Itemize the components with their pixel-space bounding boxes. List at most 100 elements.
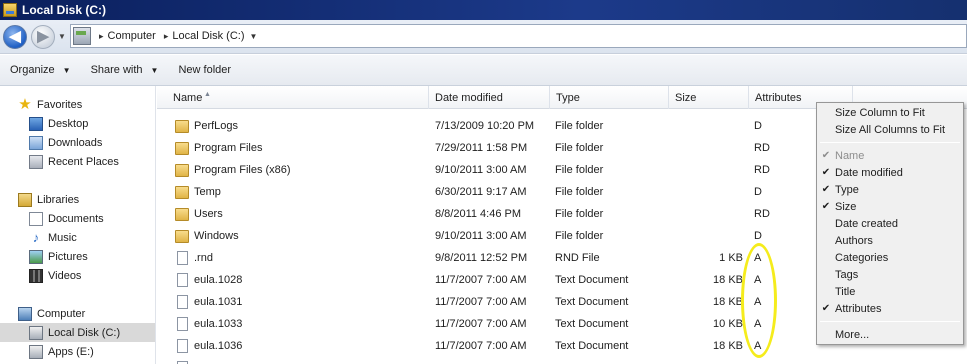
menu-item-tags[interactable]: Tags [817,266,963,283]
attributes-cell: RD [754,164,770,176]
command-bar: Organize ▼ Share with ▼ New folder [0,55,967,86]
menu-item-size-all-columns-to-fit[interactable]: Size All Columns to Fit [817,121,963,138]
column-header-name[interactable]: Name ▲ [157,86,429,109]
file-name: eula.1031 [194,296,243,308]
menu-item-size-column-to-fit[interactable]: Size Column to Fit [817,104,963,121]
drive-icon [3,3,17,17]
nav-libraries[interactable]: Libraries [18,190,79,209]
new-folder-label: New folder [178,64,232,76]
text-document-icon [177,295,188,309]
menu-item-size[interactable]: ✔ Size [817,198,963,215]
table-row[interactable] [157,357,967,364]
nav-downloads[interactable]: Downloads [29,133,102,152]
folder-icon [175,185,189,199]
text-document-icon [177,339,188,353]
address-field[interactable]: ▸ Computer ▸ Local Disk (C:) ▼ [70,24,967,48]
breadcrumb-dropdown-icon[interactable]: ▼ [249,32,257,41]
column-header-type[interactable]: Type [550,86,669,109]
forward-arrow-icon: ▶ [37,28,49,45]
downloads-icon [29,135,43,150]
menu-item-attributes[interactable]: ✔ Attributes [817,300,963,317]
nav-recent-places[interactable]: Recent Places [29,152,119,171]
name-cell[interactable]: .rnd [175,247,213,269]
menu-item-more[interactable]: More... [817,326,963,343]
menu-item-type[interactable]: ✔ Type [817,181,963,198]
type-cell: File folder [555,208,604,220]
nav-label: Videos [48,269,82,282]
nav-label: Favorites [37,98,83,111]
name-cell[interactable]: PerfLogs [175,115,238,137]
share-with-button[interactable]: Share with ▼ [91,64,159,76]
breadcrumb-computer[interactable]: Computer [108,30,156,42]
name-cell[interactable]: Users [175,203,223,225]
nav-videos[interactable]: Videos [29,266,81,285]
column-header-date-modified[interactable]: Date modified [429,86,550,109]
name-cell[interactable]: Program Files (x86) [175,159,291,181]
type-cell: File folder [555,120,604,132]
nav-label: Apps (E:) [48,345,94,358]
type-cell: File folder [555,230,604,242]
type-cell: File folder [555,142,604,154]
breadcrumb-local-disk[interactable]: Local Disk (C:) [172,30,244,42]
file-name: Temp [194,186,221,198]
name-cell[interactable]: eula.1033 [175,313,242,335]
nav-desktop[interactable]: Desktop [29,114,88,133]
menu-item-authors[interactable]: Authors [817,232,963,249]
name-cell[interactable]: eula.1028 [175,269,242,291]
breadcrumb-chevron-icon[interactable]: ▸ [99,31,104,42]
computer-icon [73,27,91,45]
column-header-size[interactable]: Size [669,86,749,109]
name-cell[interactable]: Program Files [175,137,262,159]
nav-apps-drive[interactable]: Apps (E:) [29,342,94,361]
local-disk-icon [29,325,43,340]
nav-computer[interactable]: Computer [18,304,85,323]
menu-item-title[interactable]: Title [817,283,963,300]
checkmark-icon: ✔ [821,201,831,212]
file-name: eula.1036 [194,340,243,352]
navigation-pane[interactable]: ★ Favorites Desktop Downloads Recent Pla… [0,86,156,364]
name-cell[interactable]: Windows [175,225,239,247]
recent-pages-dropdown-icon[interactable]: ▼ [58,32,66,41]
checkmark-icon: ✔ [821,167,831,178]
forward-button[interactable]: ▶ [31,25,55,49]
name-cell[interactable]: eula.1031 [175,291,242,313]
chevron-down-icon: ▼ [62,65,71,75]
nav-music[interactable]: ♪ Music [29,228,77,247]
new-folder-button[interactable]: New folder [178,64,231,76]
size-cell: 18 KB [713,340,743,352]
menu-item-date-created[interactable]: Date created [817,215,963,232]
folder-icon [175,229,189,243]
menu-item-name: ✔ Name [817,147,963,164]
date-cell: 11/7/2007 7:00 AM [435,340,527,352]
folder-icon [175,207,189,221]
recent-places-icon [29,154,43,169]
nav-label: Downloads [48,136,103,149]
breadcrumb-chevron-icon[interactable]: ▸ [164,31,169,42]
attributes-cell: RD [754,208,770,220]
nav-pictures[interactable]: Pictures [29,247,88,266]
window-title: Local Disk (C:) [22,3,107,17]
nav-favorites[interactable]: ★ Favorites [18,95,82,114]
nav-documents[interactable]: Documents [29,209,104,228]
back-button[interactable]: ◀ [3,25,27,49]
menu-item-date-modified[interactable]: ✔ Date modified [817,164,963,181]
name-cell[interactable]: eula.1036 [175,335,242,357]
date-cell: 11/7/2007 7:00 AM [435,318,527,330]
file-name: eula.1033 [194,318,243,330]
size-cell [675,181,743,203]
name-cell[interactable]: Temp [175,181,221,203]
nav-label: Music [48,231,77,244]
menu-item-categories[interactable]: Categories [817,249,963,266]
checkmark-icon: ✔ [821,184,831,195]
chevron-down-icon: ▼ [150,65,159,75]
file-name: Users [194,208,223,220]
nav-local-disk[interactable]: Local Disk (C:) [0,323,155,342]
menu-separator [820,142,960,143]
organize-button[interactable]: Organize ▼ [10,64,71,76]
name-cell[interactable] [175,357,194,364]
size-cell [675,137,743,159]
column-header-label: Attributes [755,91,802,104]
organize-label: Organize [10,64,55,76]
pictures-icon [29,249,43,264]
folder-icon [175,141,189,155]
